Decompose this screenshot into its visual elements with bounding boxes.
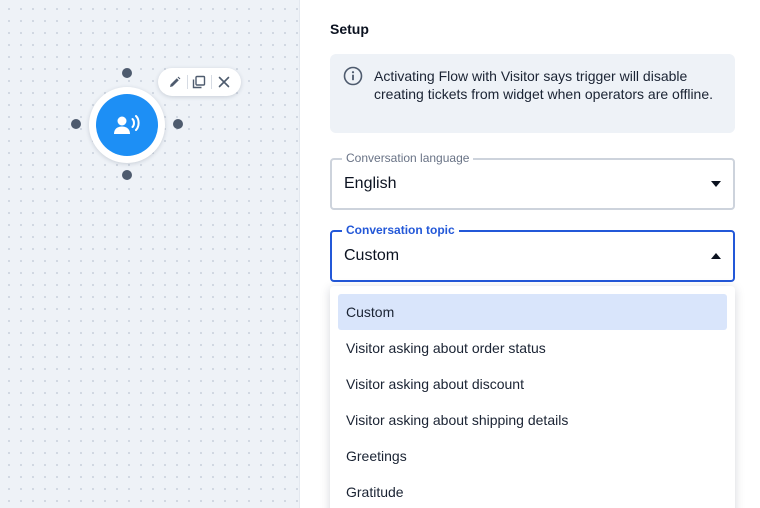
toolbar-divider (211, 75, 213, 89)
caret-down-icon (711, 181, 721, 187)
voice-user-icon (114, 115, 140, 134)
delete-node-button[interactable] (214, 71, 234, 93)
info-text: Activating Flow with Visitor says trigge… (374, 68, 714, 102)
topic-option-gratitude[interactable]: Gratitude (338, 474, 727, 508)
pencil-icon (170, 76, 181, 87)
topic-option-greetings[interactable]: Greetings (338, 438, 727, 474)
conversation-language-label: Conversation language (342, 151, 474, 165)
info-banner: Activating Flow with Visitor says trigge… (330, 54, 735, 133)
conversation-topic-select[interactable]: Conversation topic Custom (330, 223, 735, 282)
trigger-node[interactable] (89, 87, 165, 163)
topic-option-shipping-details[interactable]: Visitor asking about shipping details (338, 402, 727, 438)
info-circle-icon (343, 66, 363, 86)
connector-handle-left[interactable] (71, 119, 81, 129)
toolbar-divider (186, 75, 188, 89)
trigger-node-circle[interactable] (96, 94, 158, 156)
connector-handle-top[interactable] (122, 68, 132, 78)
duplicate-node-button[interactable] (190, 71, 210, 93)
edit-node-button[interactable] (165, 71, 185, 93)
conversation-topic-dropdown: Custom Visitor asking about order status… (330, 286, 735, 508)
close-icon (218, 76, 230, 88)
conversation-topic-value: Custom (344, 247, 400, 264)
topic-option-discount[interactable]: Visitor asking about discount (338, 366, 727, 402)
connector-handle-right[interactable] (173, 119, 183, 129)
conversation-topic-label: Conversation topic (342, 223, 459, 237)
conversation-language-value: English (344, 175, 397, 192)
copy-icon (193, 75, 206, 89)
conversation-language-select[interactable]: Conversation language English (330, 151, 735, 210)
panel-title: Setup (330, 21, 369, 37)
flow-canvas[interactable] (0, 0, 300, 508)
caret-up-icon (711, 253, 721, 259)
topic-option-order-status[interactable]: Visitor asking about order status (338, 330, 727, 366)
node-toolbar (158, 68, 241, 96)
setup-panel: Setup Activating Flow with Visitor says … (300, 0, 760, 508)
topic-option-custom[interactable]: Custom (338, 294, 727, 330)
connector-handle-bottom[interactable] (122, 170, 132, 180)
